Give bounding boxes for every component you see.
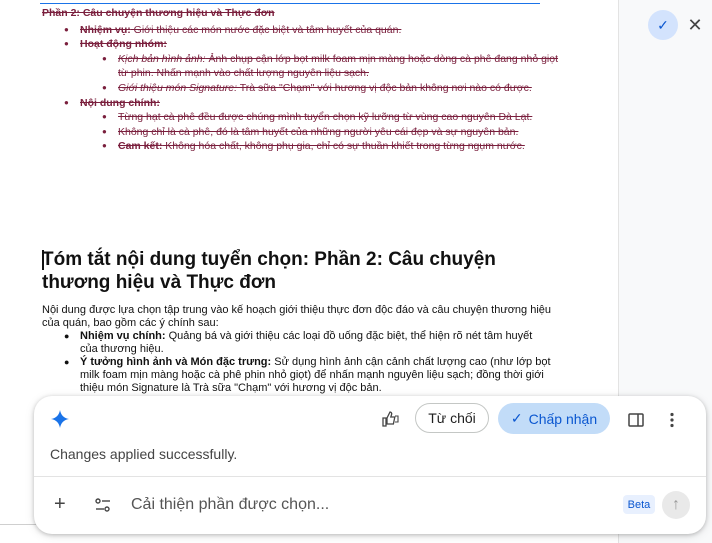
- old-subitem-label: Giới thiệu món Signature:: [118, 81, 237, 94]
- old-item-label: Nội dung chính:: [80, 96, 160, 109]
- plus-icon: +: [54, 493, 66, 515]
- status-message: Changes applied successfully.: [50, 446, 238, 462]
- arrow-up-icon: ↑: [672, 496, 680, 513]
- old-sublist: Kịch bản hình ảnh: Ảnh chụp cận lớp bọt …: [80, 52, 562, 96]
- new-bullet-item: Ý tưởng hình ảnh và Món đặc trưng: Sử dụ…: [64, 356, 552, 395]
- suggested-deletion-block: Phần 2: Câu chuyện thương hiệu và Thực đ…: [42, 6, 562, 154]
- old-list-item: Nhiệm vụ: Giới thiệu các món nước đặc bi…: [64, 23, 562, 38]
- old-subitem-text: Từng hạt cà phê đều được chúng mình tuyể…: [118, 111, 533, 124]
- check-icon: ✓: [657, 16, 669, 33]
- old-subitem-label: Cam kết:: [118, 140, 163, 153]
- reject-button[interactable]: Từ chối: [415, 403, 489, 433]
- check-icon: ✓: [510, 410, 523, 426]
- old-list-item: Nội dung chính: Từng hạt cà phê đều được…: [64, 96, 562, 154]
- accept-suggestion-check-button[interactable]: ✓: [648, 10, 678, 40]
- old-sublist-item: Kịch bản hình ảnh: Ảnh chụp cận lớp bọt …: [102, 52, 562, 81]
- old-item-text: Giới thiệu các món nước đặc biệt và tâm …: [130, 23, 402, 36]
- rate-feedback-button[interactable]: [379, 408, 403, 432]
- new-bullet-label: Ý tưởng hình ảnh và Món đặc trưng:: [80, 356, 272, 368]
- accept-button-label: Chấp nhận: [528, 410, 598, 427]
- new-bullet-list: Nhiệm vụ chính: Quảng bá và giới thiệu c…: [42, 330, 552, 395]
- reject-suggestion-close-button[interactable]: ✕: [684, 12, 706, 38]
- more-options-button[interactable]: [660, 408, 684, 432]
- send-button[interactable]: ↑: [662, 491, 690, 519]
- old-sublist: Từng hạt cà phê đều được chúng mình tuyể…: [80, 110, 562, 154]
- add-button[interactable]: +: [54, 493, 66, 516]
- accept-button[interactable]: ✓ Chấp nhận: [498, 403, 610, 434]
- old-section-title: Phần 2: Câu chuyện thương hiệu và Thực đ…: [42, 7, 275, 19]
- old-sublist-item: Không chỉ là cà phê, đó là tâm huyết của…: [102, 125, 562, 140]
- side-panel-icon: [628, 413, 644, 427]
- old-subitem-text: Không hóa chất, không phụ gia, chỉ có sự…: [162, 140, 525, 153]
- side-panel-toggle-button[interactable]: [624, 408, 648, 432]
- tune-settings-icon[interactable]: [94, 496, 112, 514]
- refine-prompt-input[interactable]: [131, 494, 601, 516]
- assistant-panel: Từ chối ✓ Chấp nhận Changes applied succ…: [34, 396, 706, 534]
- panel-divider: [34, 476, 706, 477]
- new-section-heading: Tóm tắt nội dung tuyển chọn: Phần 2: Câu…: [42, 249, 496, 293]
- close-icon: ✕: [687, 14, 703, 35]
- new-bullet-item: Nhiệm vụ chính: Quảng bá và giới thiệu c…: [64, 330, 552, 356]
- gemini-spark-icon: [51, 410, 69, 428]
- old-list: Nhiệm vụ: Giới thiệu các món nước đặc bi…: [42, 23, 562, 154]
- old-subitem-text: Trà sữa "Chạm" với hương vị độc bản khôn…: [237, 81, 532, 94]
- old-sublist-item: Cam kết: Không hóa chất, không phụ gia, …: [102, 139, 562, 154]
- old-subitem-label: Kịch bản hình ảnh:: [118, 52, 206, 65]
- divider: [0, 524, 36, 525]
- new-intro-paragraph: Nội dung được lựa chọn tập trung vào kế …: [42, 304, 552, 329]
- beta-badge: Beta: [623, 495, 655, 514]
- old-item-label: Hoạt động nhóm:: [80, 38, 167, 51]
- old-sublist-item: Giới thiệu món Signature: Trà sữa "Chạm"…: [102, 81, 562, 96]
- old-sublist-item: Từng hạt cà phê đều được chúng mình tuyể…: [102, 110, 562, 125]
- thumbs-feedback-icon: [382, 411, 399, 427]
- new-bullet-label: Nhiệm vụ chính:: [80, 330, 166, 342]
- more-vert-icon: [670, 412, 674, 428]
- new-section-body: Nội dung được lựa chọn tập trung vào kế …: [42, 304, 552, 395]
- old-item-label: Nhiệm vụ:: [80, 23, 131, 36]
- old-list-item: Hoạt động nhóm: Kịch bản hình ảnh: Ảnh c…: [64, 37, 562, 95]
- old-subitem-text: Không chỉ là cà phê, đó là tâm huyết của…: [118, 125, 519, 138]
- reject-button-label: Từ chối: [428, 410, 476, 426]
- selection-rule: [40, 3, 540, 4]
